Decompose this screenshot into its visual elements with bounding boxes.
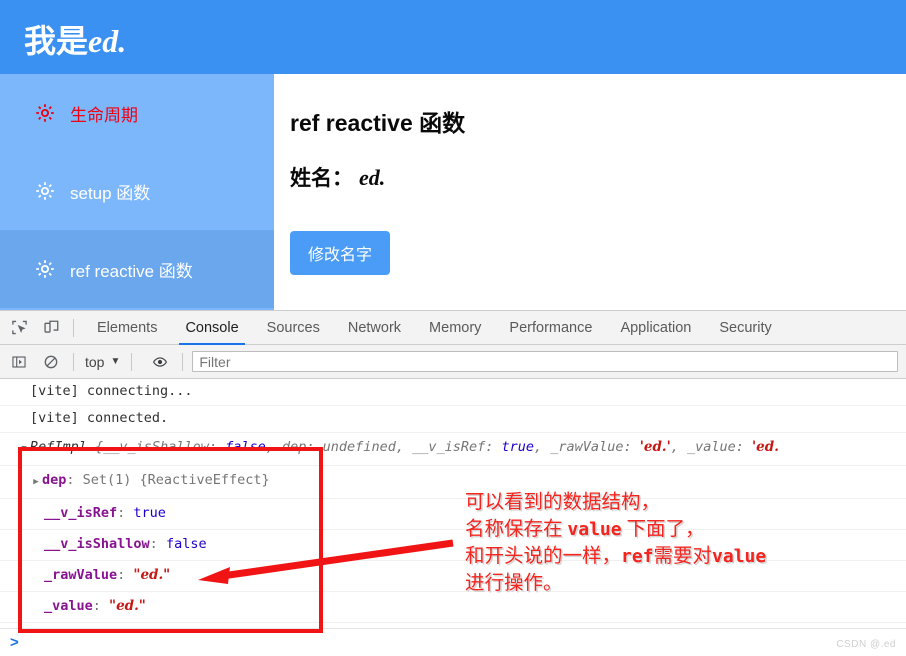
filter-input[interactable] [192, 351, 898, 372]
property-key: dep [42, 472, 67, 488]
preview-value: false [225, 439, 266, 455]
property-value: "ed." [133, 567, 171, 583]
device-toolbar-icon[interactable] [38, 315, 64, 341]
chevron-down-icon: ▼ [110, 355, 121, 367]
console-output[interactable]: [vite] connecting... [vite] connected. ▼… [0, 379, 906, 629]
preview-key: _rawValue [550, 439, 624, 455]
sidebar-item-lifecycle[interactable]: 生命周期 [0, 74, 274, 152]
gear-icon [36, 104, 54, 122]
toolbar-divider [182, 352, 184, 371]
page-title-emphasis: ed. [88, 23, 127, 59]
property-value: "ed." [109, 598, 146, 614]
preview-value: 'ed.' [639, 439, 671, 455]
tab-performance[interactable]: Performance [495, 311, 606, 345]
app-header: 我是ed. [0, 0, 906, 74]
sidebar: 生命周期 setup 函数 ref reactive 函数 [0, 74, 274, 310]
name-value: ed. [359, 165, 386, 190]
preview-key: __v_isRef [412, 439, 486, 455]
preview-key: __v_isShallow [103, 439, 209, 455]
preview-key: _value [686, 439, 736, 455]
tab-memory[interactable]: Memory [415, 311, 495, 345]
page-title-prefix: 我是 [24, 23, 89, 59]
devtools-tabbar: Elements Console Sources Network Memory … [0, 311, 906, 345]
property-key: _value [44, 598, 93, 614]
console-object-header[interactable]: ▼ RefImpl {__v_isShallow: false, dep: und… [0, 433, 906, 466]
tab-console[interactable]: Console [171, 311, 252, 345]
property-key: _rawValue [44, 567, 118, 583]
rename-button[interactable]: 修改名字 [290, 231, 391, 275]
preview-key: dep [282, 439, 307, 455]
main-content: ref reactive 函数 姓名： ed. 修改名字 [276, 76, 906, 310]
sidebar-item-label: 生命周期 [70, 105, 138, 125]
expand-triangle-icon[interactable]: ▶ [30, 471, 42, 494]
object-class-name: RefImpl [30, 439, 87, 455]
property-value: Set(1) {ReactiveEffect} [82, 472, 270, 488]
tab-security[interactable]: Security [705, 311, 785, 345]
app-preview: 我是ed. 生命周期 setup 函数 ref reactive 函数 ref … [0, 0, 906, 310]
console-sidebar-icon[interactable] [6, 349, 32, 375]
inspect-element-icon[interactable] [6, 315, 32, 341]
clear-console-icon[interactable] [38, 349, 64, 375]
live-expression-eye-icon[interactable] [147, 349, 173, 375]
object-property-row[interactable]: __v_isShallow: false [0, 530, 906, 561]
sidebar-item-setup[interactable]: setup 函数 [0, 152, 274, 230]
object-property-row[interactable]: _rawValue: "ed." [0, 561, 906, 592]
property-value: false [165, 536, 207, 552]
property-key: __v_isRef [44, 505, 118, 521]
page-title: 我是ed. [24, 16, 126, 62]
sidebar-item-label: ref reactive 函数 [70, 261, 193, 281]
tab-application[interactable]: Application [606, 311, 705, 345]
console-toolbar: top ▼ [0, 345, 906, 379]
sidebar-item-label: setup 函数 [70, 183, 151, 203]
gear-icon [36, 182, 54, 200]
devtools-panel: Elements Console Sources Network Memory … [0, 310, 906, 656]
toolbar-divider [73, 352, 74, 371]
preview-value: undefined [322, 439, 396, 455]
object-property-row[interactable]: ▶ dep: Set(1) {ReactiveEffect} [0, 466, 906, 499]
console-input-prompt[interactable]: > [0, 628, 906, 656]
execution-context-select[interactable]: top ▼ [83, 354, 122, 370]
preview-value: true [501, 439, 535, 455]
tab-sources[interactable]: Sources [253, 311, 334, 345]
tab-elements[interactable]: Elements [83, 311, 171, 345]
collapse-triangle-icon[interactable]: ▼ [18, 438, 30, 461]
property-value: true [133, 505, 166, 521]
name-row: 姓名： ed. [290, 162, 385, 192]
object-property-row[interactable]: __v_isRef: true [0, 499, 906, 530]
object-property-row[interactable]: _value: "ed." [0, 592, 906, 623]
preview-value: 'ed. [752, 439, 779, 455]
execution-context-label: top [85, 353, 105, 370]
toolbar-divider [131, 352, 133, 371]
watermark: CSDN @.ed [836, 639, 896, 650]
content-heading: ref reactive 函数 [290, 110, 466, 136]
name-label: 姓名： [290, 167, 353, 190]
toolbar-divider [73, 318, 74, 337]
tab-network[interactable]: Network [334, 311, 415, 345]
console-log-row: [vite] connecting... [0, 379, 906, 406]
sidebar-item-ref-reactive[interactable]: ref reactive 函数 [0, 230, 274, 308]
property-key: __v_isShallow [44, 536, 150, 552]
console-log-row: [vite] connected. [0, 406, 906, 433]
gear-icon [36, 260, 54, 278]
prompt-chevron-icon: > [10, 634, 19, 651]
